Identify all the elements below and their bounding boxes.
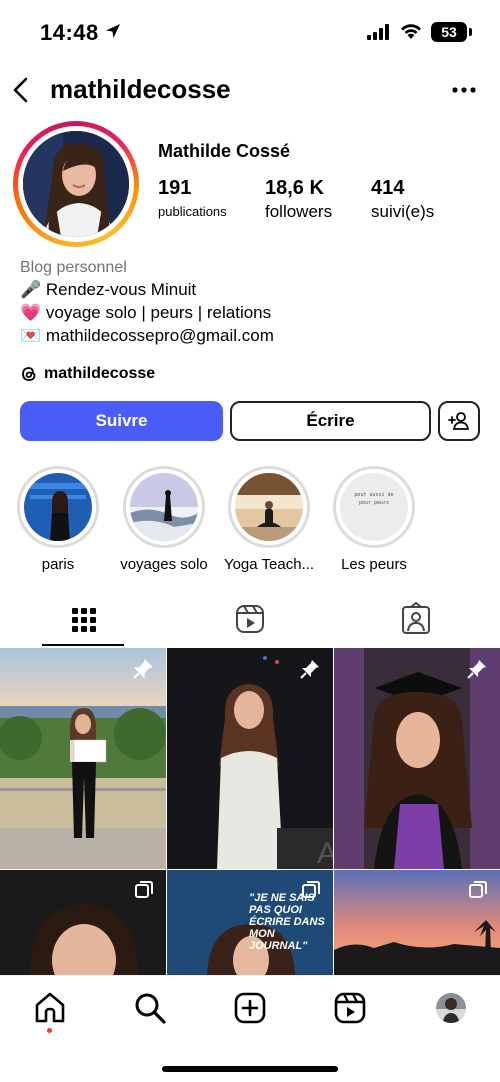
follow-button[interactable]: Suivre <box>20 401 223 441</box>
home-indicator <box>162 1066 338 1072</box>
highlight-label: voyages solo <box>120 556 208 573</box>
microphone-icon: 🎤 <box>20 280 42 299</box>
stat-followers[interactable]: 18,6 K followers <box>265 177 332 222</box>
suggested-users-button[interactable] <box>438 401 480 441</box>
highlight-cover <box>24 473 92 541</box>
pinned-icon <box>467 660 486 679</box>
bio-line: 💗 voyage solo | peurs | relations <box>20 301 480 324</box>
carousel-icon <box>135 881 153 898</box>
post-tile[interactable]: "JE NE SAIS PAS QUOI ÉCRIRE DANS MON JOU… <box>167 870 333 976</box>
post-tile[interactable] <box>0 648 166 869</box>
highlight-paris[interactable]: paris <box>8 466 108 573</box>
carousel-icon <box>469 881 487 898</box>
reels-icon[interactable] <box>333 991 367 1025</box>
threads-icon <box>22 367 36 381</box>
active-tab-indicator <box>42 644 124 646</box>
love-letter-icon: 💌 <box>20 326 42 345</box>
stat-posts-value: 191 <box>158 177 192 199</box>
profile-header: mathildecosse <box>0 68 500 112</box>
post-tile[interactable] <box>0 870 166 976</box>
stat-followers-label: followers <box>265 202 333 221</box>
create-post-icon[interactable] <box>233 991 267 1025</box>
battery-indicator: 53 <box>431 22 467 42</box>
profile-bio: Blog personnel 🎤 Rendez-vous Minuit 💗 vo… <box>20 258 480 347</box>
highlight-voyages-solo[interactable]: voyages solo <box>114 466 214 573</box>
status-time: 14:48 <box>40 20 99 45</box>
more-options-icon[interactable] <box>450 80 478 100</box>
bio-line-text: voyage solo | peurs | relations <box>45 303 272 322</box>
bio-email-text: mathildecossepro@gmail.com <box>45 326 274 345</box>
highlight-les-peurs[interactable]: peut aussi de peur peurs Les peurs <box>324 466 424 573</box>
profile-full-name: Mathilde Cossé <box>158 141 291 161</box>
profile-username-title: mathildecosse <box>50 74 231 104</box>
pinned-icon <box>133 659 153 679</box>
pinned-icon <box>300 660 319 679</box>
stat-following[interactable]: 414 suivi(e)s <box>371 177 434 222</box>
profile-category: Blog personnel <box>20 259 127 276</box>
cellular-signal-icon <box>367 24 389 40</box>
pink-heart-icon: 💗 <box>20 303 42 322</box>
threads-handle: mathildecosse <box>44 365 156 382</box>
highlight-cover <box>130 473 198 541</box>
stat-following-label: suivi(e)s <box>371 202 435 221</box>
wifi-icon <box>401 24 421 39</box>
carousel-icon <box>302 881 320 898</box>
stat-posts-label: publications <box>158 204 227 219</box>
story-ring[interactable] <box>13 121 139 247</box>
status-bar: 14:48 53 <box>0 0 500 64</box>
post-tile[interactable] <box>334 648 500 869</box>
home-icon[interactable] <box>33 991 67 1025</box>
stat-posts: 191 publications <box>158 177 227 219</box>
bio-line: 🎤 Rendez-vous Minuit <box>20 278 480 301</box>
threads-link[interactable]: mathildecosse <box>20 365 155 383</box>
stat-followers-value: 18,6 K <box>265 177 324 199</box>
highlight-ring: peut aussi de peur peurs <box>333 466 415 548</box>
back-chevron-icon[interactable] <box>10 76 32 104</box>
highlight-label: paris <box>41 556 75 573</box>
highlight-ring <box>17 466 99 548</box>
highlight-cover <box>235 473 303 541</box>
highlight-cover: peut aussi de peur peurs <box>340 473 408 541</box>
highlight-ring <box>228 466 310 548</box>
reels-tab-icon[interactable] <box>228 600 272 640</box>
highlight-label: Yoga Teach... <box>223 556 315 573</box>
search-icon[interactable] <box>133 991 167 1025</box>
grid-posts-tab-icon[interactable] <box>62 600 106 640</box>
highlight-label: Les peurs <box>341 556 407 573</box>
post-quote-text: "JE NE SAIS PAS QUOI ÉCRIRE DANS MON JOU… <box>249 892 325 952</box>
tagged-tab-icon[interactable] <box>394 600 438 640</box>
message-button[interactable]: Écrire <box>230 401 431 441</box>
post-tile[interactable]: A <box>167 648 333 869</box>
location-arrow-icon <box>106 24 120 38</box>
profile-avatar-icon[interactable] <box>434 991 468 1025</box>
highlight-paper-text: peut aussi de peur peurs <box>354 492 394 506</box>
notification-dot <box>47 1028 52 1033</box>
add-person-icon <box>448 412 470 430</box>
stat-following-value: 414 <box>371 177 405 199</box>
bio-line-text: Rendez-vous Minuit <box>45 280 197 299</box>
post-tile[interactable] <box>334 870 500 976</box>
highlight-yoga-teacher[interactable]: Yoga Teach... <box>219 466 319 573</box>
highlight-ring <box>123 466 205 548</box>
avatar <box>23 131 129 237</box>
battery-cap <box>469 28 472 36</box>
svg-text:A: A <box>317 837 333 869</box>
bio-email-line[interactable]: 💌 mathildecossepro@gmail.com <box>20 324 480 347</box>
posts-grid: A "JE NE SAIS PAS QUOI ÉCRIRE DANS MON J… <box>0 648 500 976</box>
